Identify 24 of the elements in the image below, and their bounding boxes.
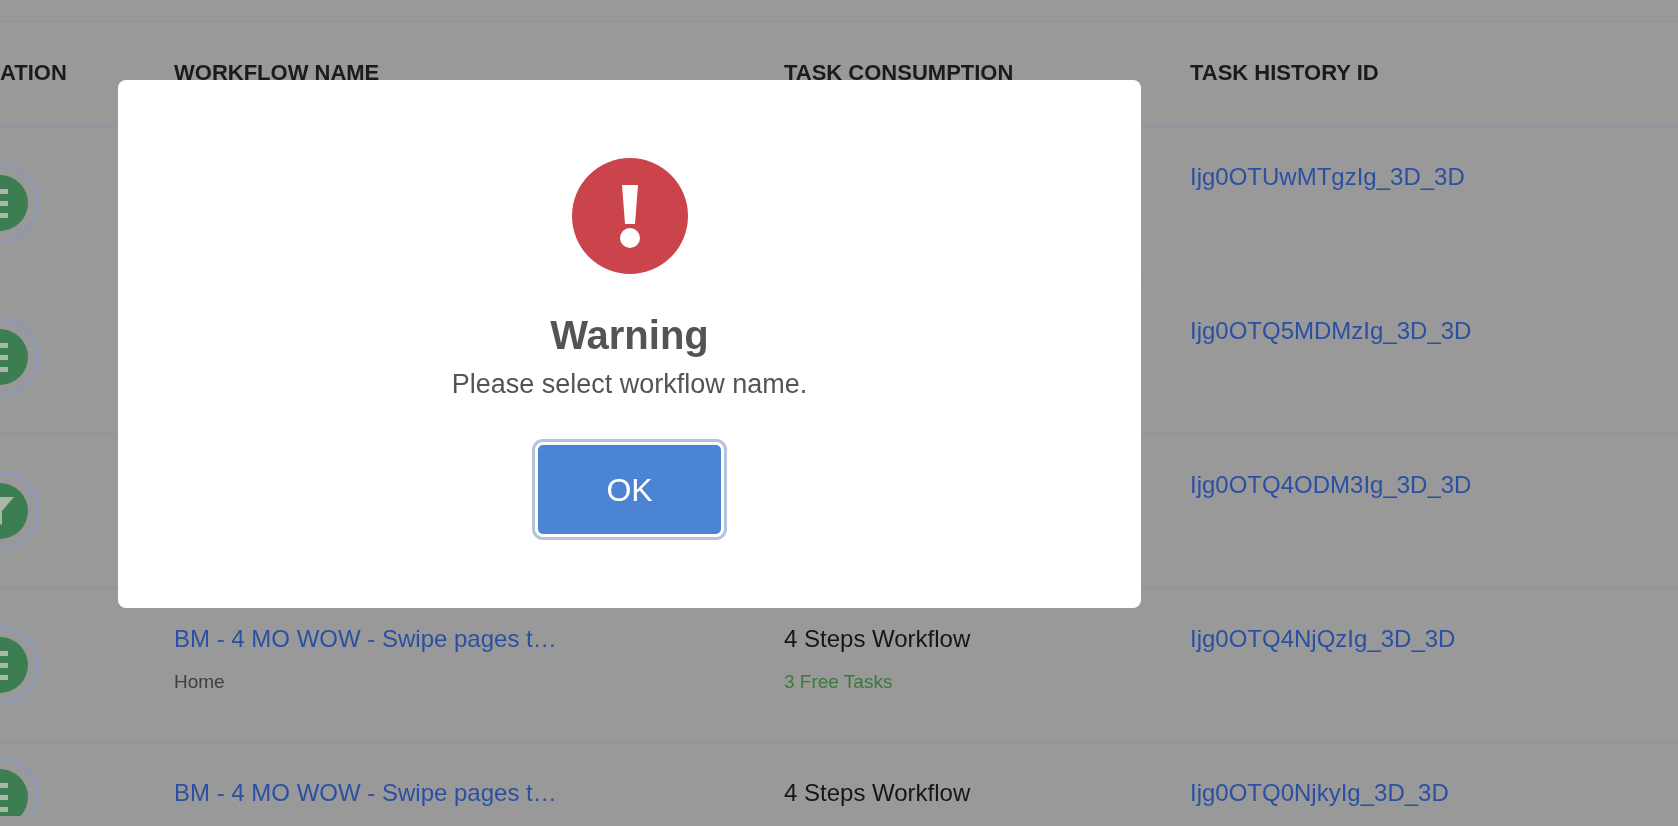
workflow-link[interactable]: BM - 4 MO WOW - Swipe pages t… <box>174 778 557 808</box>
task-history-link[interactable]: Ijg0OTQ4NjQzIg_3D_3D <box>1190 624 1456 654</box>
column-header: WORKFLOW NAME <box>174 59 380 87</box>
list-icon[interactable] <box>0 757 40 816</box>
ok-button[interactable]: OK <box>535 442 724 537</box>
filter-icon[interactable] <box>0 471 40 551</box>
dialog-title: Warning <box>550 312 709 359</box>
dialog-message: Please select workflow name. <box>451 368 808 401</box>
warning-icon <box>571 158 688 274</box>
task-history-link[interactable]: Ijg0OTQ5MDMzIg_3D_3D <box>1190 316 1472 346</box>
column-header: TASK CONSUMPTION <box>784 59 1014 87</box>
task-history-link[interactable]: Ijg0OTQ0NjkyIg_3D_3D <box>1190 778 1449 808</box>
consumption-text: 4 Steps Workflow <box>784 624 971 654</box>
task-history-link[interactable]: Ijg0OTQ4ODM3Ig_3D_3D <box>1190 470 1472 500</box>
task-history-link[interactable]: Ijg0OTUwMTgzIg_3D_3D <box>1190 162 1465 192</box>
workflow-link[interactable]: BM - 4 MO WOW - Swipe pages t… <box>174 624 557 654</box>
column-header: TASK HISTORY ID <box>1190 59 1379 87</box>
list-icon[interactable] <box>0 317 40 397</box>
list-icon[interactable] <box>0 625 40 705</box>
consumption-text: 4 Steps Workflow <box>784 778 971 808</box>
free-tasks-text: 3 Free Tasks <box>784 670 893 694</box>
list-icon[interactable] <box>0 163 40 243</box>
location-text: Home <box>174 670 225 694</box>
column-header: ATION <box>0 59 67 87</box>
